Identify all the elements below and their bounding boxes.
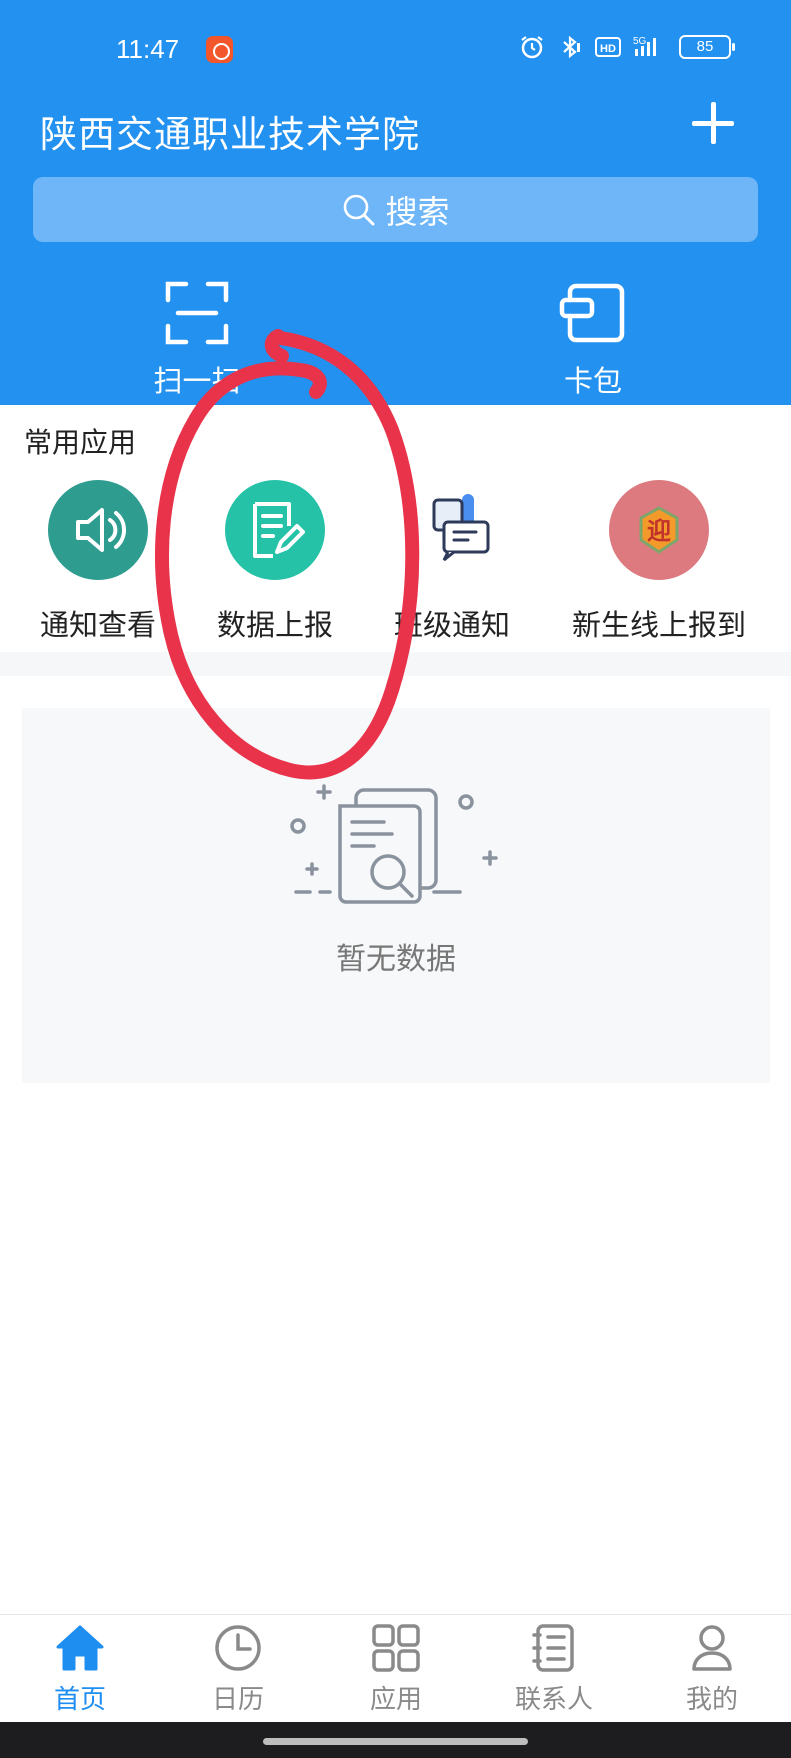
status-time: 11:47 [116,34,180,64]
app-label: 数据上报 [216,608,333,642]
person-icon [692,1625,732,1671]
edit-document-icon [225,480,325,580]
signal-5g-icon: 5G [633,36,656,56]
nav-label: 联系人 [514,1685,593,1715]
empty-data-illustration [290,784,498,904]
nav-apps[interactable]: 应用 [326,1623,466,1716]
hd-icon: HD [595,37,621,57]
alarm-icon [521,36,543,59]
header: 11:47 HD 5G 85 陕西交通职业技术学院 搜索 扫一扫 卡包 [0,0,791,405]
nav-calendar[interactable]: 日历 [168,1623,308,1716]
section-divider [0,652,791,676]
card-wallet-icon [559,283,625,343]
search-icon [344,194,375,225]
svg-text:5G: 5G [633,36,647,47]
scan-label: 扫一扫 [153,364,241,398]
app-label: 通知查看 [39,608,156,642]
empty-state-card: 暂无数据 [22,708,770,1083]
nav-profile[interactable]: 我的 [642,1623,782,1716]
scan-icon [165,281,229,345]
nav-home[interactable]: 首页 [10,1623,150,1716]
svg-text:迎: 迎 [647,517,671,545]
clock-icon [215,1625,261,1671]
app-label: 新生线上报到 [571,608,746,642]
search-placeholder: 搜索 [385,192,450,231]
svg-text:HD: HD [600,43,616,55]
nav-label: 我的 [685,1685,738,1715]
app-class-notice[interactable]: 班级通知 [362,480,542,644]
app-freshman-register[interactable]: 迎 新生线上报到 [548,480,770,644]
nav-label: 应用 [369,1685,422,1715]
card-wallet-button[interactable]: 卡包 [523,280,663,400]
app-title: 陕西交通职业技术学院 [40,113,420,156]
search-bar[interactable]: 搜索 [33,177,758,242]
welcome-badge-icon: 迎 [609,480,709,580]
home-icon [56,1625,104,1671]
speaker-icon [48,480,148,580]
battery-indicator: 85 [679,35,735,59]
home-gesture-handle[interactable] [263,1738,528,1745]
grid-icon [372,1624,420,1672]
app-data-report[interactable]: 数据上报 [185,480,365,644]
bottom-navigation: 首页 日历 应用 联系人 我的 [0,1614,791,1722]
scan-button[interactable]: 扫一扫 [127,280,267,400]
common-apps-title: 常用应用 [24,426,137,459]
empty-state-text: 暂无数据 [336,942,456,977]
address-book-icon [532,1624,574,1672]
status-icons: HD 5G 85 [519,34,735,60]
nav-label: 首页 [53,1685,106,1715]
add-button[interactable] [690,100,736,146]
nav-contacts[interactable]: 联系人 [484,1623,624,1716]
app-notice-view[interactable]: 通知查看 [8,480,188,644]
app-label: 班级通知 [393,608,510,642]
status-bar: 11:47 HD 5G 85 [0,28,791,72]
gesture-bar [0,1722,791,1758]
bluetooth-icon [563,35,580,59]
nav-label: 日历 [211,1685,264,1715]
card-wallet-label: 卡包 [563,364,622,398]
notification-app-icon [206,36,233,63]
home-page: 11:47 HD 5G 85 陕西交通职业技术学院 搜索 扫一扫 卡包 常用应用… [0,0,791,1758]
class-notice-icon [402,480,502,580]
